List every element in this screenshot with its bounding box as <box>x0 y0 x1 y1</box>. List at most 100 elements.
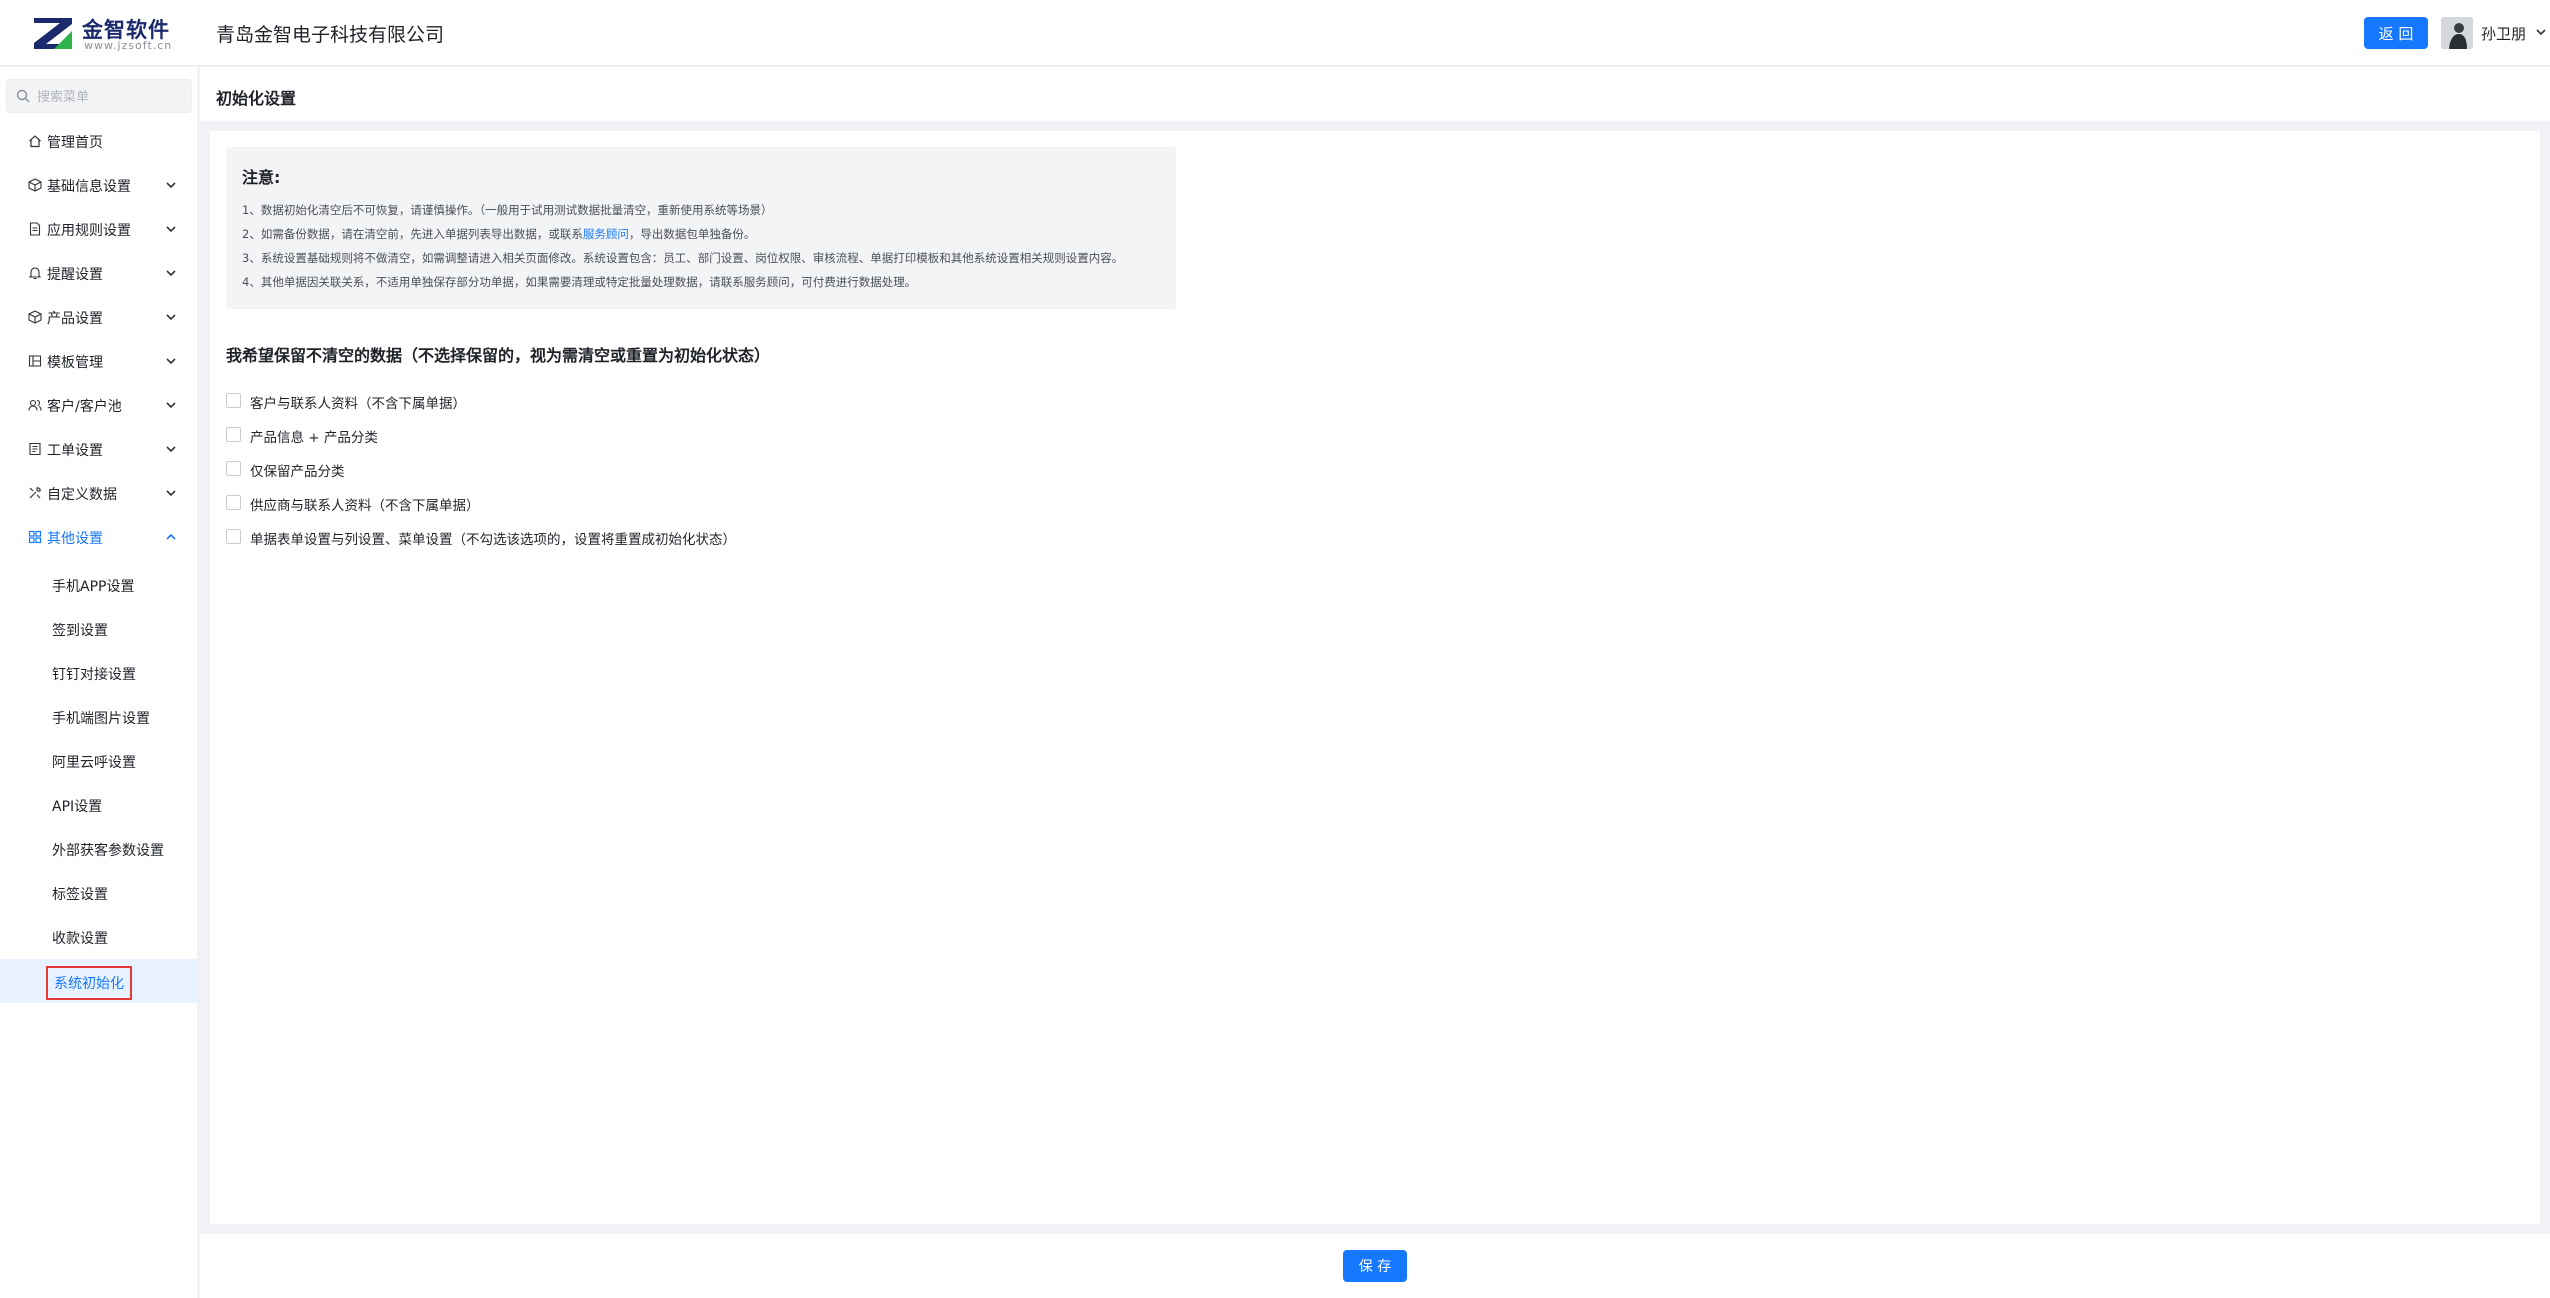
sidebar-item-label: 其他设置 <box>47 531 103 547</box>
page-title-bar: 初始化设置 <box>200 67 2550 121</box>
template-icon <box>28 355 42 367</box>
chevron-down-icon <box>166 446 176 453</box>
sidebar-item-label: 基础信息设置 <box>47 179 131 195</box>
company-name: 青岛金智电子科技有限公司 <box>216 24 445 46</box>
sidebar-subitem-label: 手机APP设置 <box>52 579 135 595</box>
sidebar-item-other-settings[interactable]: 其他设置 <box>0 515 198 559</box>
users-icon <box>28 399 42 411</box>
sidebar-subitem-label: API设置 <box>52 799 103 815</box>
sidebar-subitem-api[interactable]: API设置 <box>0 783 198 827</box>
sidebar-item-label: 模板管理 <box>47 355 103 371</box>
sidebar-item-custom-data[interactable]: 自定义数据 <box>0 471 198 515</box>
option-label: 产品信息 + 产品分类 <box>250 430 378 446</box>
sidebar-subitem-mobile-app[interactable]: 手机APP设置 <box>0 563 198 607</box>
user-avatar-icon <box>2441 17 2473 49</box>
search-input[interactable] <box>37 86 187 108</box>
option-label: 单据表单设置与列设置、菜单设置（不勾选该选项的，设置将重置成初始化状态） <box>250 532 736 548</box>
footer-bar: 保 存 <box>200 1234 2550 1298</box>
search-box[interactable] <box>6 79 192 113</box>
sidebar-item-label: 产品设置 <box>47 311 103 327</box>
sidebar-subitem-label: 标签设置 <box>52 887 108 903</box>
sidebar-subitem-check-in[interactable]: 签到设置 <box>0 607 198 651</box>
sidebar-item-work-order[interactable]: 工单设置 <box>0 427 198 471</box>
notice-box: 注意: 1、数据初始化清空后不可恢复，请谨慎操作。（一般用于试用测试数据批量清空… <box>226 147 1176 309</box>
user-name[interactable]: 孙卫朋 <box>2481 23 2526 44</box>
option-keep-products[interactable]: 产品信息 + 产品分类 <box>226 424 1126 446</box>
option-keep-product-categories[interactable]: 仅保留产品分类 <box>226 458 1126 480</box>
sidebar-subitem-system-init[interactable]: 系统初始化 <box>0 959 198 1003</box>
sidebar-subitem-label: 阿里云呼设置 <box>52 755 136 771</box>
save-button[interactable]: 保 存 <box>1343 1250 1407 1282</box>
top-header: 金智软件 www.jzsoft.cn 青岛金智电子科技有限公司 返 回 孙卫朋 <box>0 0 2550 66</box>
chevron-down-icon <box>166 182 176 189</box>
checkbox[interactable] <box>226 393 241 408</box>
sidebar-item-customers[interactable]: 客户/客户池 <box>0 383 198 427</box>
option-label: 客户与联系人资料（不含下属单据） <box>250 396 466 412</box>
sidebar-item-label: 客户/客户池 <box>47 399 122 415</box>
avatar[interactable] <box>2441 17 2473 49</box>
chevron-down-icon <box>166 358 176 365</box>
notice-line-2-tail: ，导出数据包单独备份。 <box>628 227 756 241</box>
checkbox[interactable] <box>226 529 241 544</box>
chevron-down-icon <box>166 270 176 277</box>
notice-line-1: 1、数据初始化清空后不可恢复，请谨慎操作。（一般用于试用测试数据批量清空，重新使… <box>242 203 773 217</box>
sidebar-subitem-mobile-images[interactable]: 手机端图片设置 <box>0 695 198 739</box>
sidebar-item-home[interactable]: 管理首页 <box>0 119 198 163</box>
page-title: 初始化设置 <box>216 89 297 108</box>
notice-line-2-text: 2、如需备份数据，请在清空前，先进入单据列表导出数据，或联系 <box>242 227 583 241</box>
sidebar-subitem-external-leads[interactable]: 外部获客参数设置 <box>0 827 198 871</box>
sidebar-subitem-dingtalk[interactable]: 钉钉对接设置 <box>0 651 198 695</box>
notice-line-3: 3、系统设置基础规则将不做清空，如需调整请进入相关页面修改。系统设置包含：员工、… <box>242 251 1124 265</box>
sidebar-item-label: 自定义数据 <box>47 487 117 503</box>
box-icon <box>28 310 42 324</box>
content-panel: 注意: 1、数据初始化清空后不可恢复，请谨慎操作。（一般用于试用测试数据批量清空… <box>210 131 2540 1224</box>
sidebar-item-template[interactable]: 模板管理 <box>0 339 198 383</box>
sidebar-item-product[interactable]: 产品设置 <box>0 295 198 339</box>
document-icon <box>29 222 41 236</box>
search-icon <box>16 89 30 103</box>
chevron-down-icon <box>166 490 176 497</box>
service-consultant-link[interactable]: 服务顾问 <box>583 227 629 241</box>
sidebar-item-label: 工单设置 <box>47 443 103 459</box>
company-logo[interactable]: 金智软件 www.jzsoft.cn <box>32 14 182 54</box>
notice-line-2: 2、如需备份数据，请在清空前，先进入单据列表导出数据，或联系服务顾问，导出数据包… <box>242 226 755 242</box>
other-settings-submenu: 手机APP设置 签到设置 钉钉对接设置 手机端图片设置 阿里云呼设置 API设置… <box>0 559 198 1003</box>
checkbox[interactable] <box>226 461 241 476</box>
ticket-icon <box>29 442 41 456</box>
sidebar-item-label: 应用规则设置 <box>47 223 131 239</box>
notice-title: 注意: <box>242 168 281 187</box>
option-keep-customers[interactable]: 客户与联系人资料（不含下属单据） <box>226 390 1126 412</box>
sidebar-item-label: 管理首页 <box>47 135 103 151</box>
option-keep-suppliers[interactable]: 供应商与联系人资料（不含下属单据） <box>226 492 1126 514</box>
bell-icon <box>28 267 42 280</box>
sidebar-menu: 管理首页 基础信息设置 应用规则设置 提醒设置 产品设置 模板管理 客户/客户池… <box>0 119 198 1003</box>
sidebar-subitem-label: 签到设置 <box>52 623 108 639</box>
sidebar-item-reminder[interactable]: 提醒设置 <box>0 251 198 295</box>
back-button[interactable]: 返 回 <box>2364 17 2428 49</box>
sidebar-subitem-aliyun-call[interactable]: 阿里云呼设置 <box>0 739 198 783</box>
chevron-down-icon <box>166 402 176 409</box>
checkbox[interactable] <box>226 495 241 510</box>
sidebar-item-label: 提醒设置 <box>47 267 103 283</box>
sidebar-subitem-payment[interactable]: 收款设置 <box>0 915 198 959</box>
sidebar-subitem-tags[interactable]: 标签设置 <box>0 871 198 915</box>
home-icon <box>29 135 41 148</box>
grid-icon <box>28 530 42 544</box>
chevron-down-icon <box>166 226 176 233</box>
option-label: 仅保留产品分类 <box>250 464 345 480</box>
checkbox[interactable] <box>226 427 241 442</box>
sidebar-subitem-label: 钉钉对接设置 <box>52 667 136 683</box>
sidebar: 管理首页 基础信息设置 应用规则设置 提醒设置 产品设置 模板管理 <box>0 67 198 1298</box>
chevron-up-icon <box>166 533 176 540</box>
option-keep-form-settings[interactable]: 单据表单设置与列设置、菜单设置（不勾选该选项的，设置将重置成初始化状态） <box>226 526 1126 548</box>
sidebar-subitem-label: 系统初始化 <box>46 966 132 1000</box>
chevron-down-icon <box>166 314 176 321</box>
chevron-down-icon[interactable] <box>2535 26 2547 38</box>
logo-url: www.jzsoft.cn <box>84 39 173 52</box>
tools-icon <box>29 487 41 499</box>
sidebar-subitem-label: 手机端图片设置 <box>52 711 150 727</box>
sidebar-item-app-rules[interactable]: 应用规则设置 <box>0 207 198 251</box>
sidebar-item-basic-info[interactable]: 基础信息设置 <box>0 163 198 207</box>
notice-line-4: 4、其他单据因关联关系，不适用单独保存部分功单据，如果需要清理或特定批量处理数据… <box>242 275 917 289</box>
logo-mark-icon <box>34 18 72 49</box>
